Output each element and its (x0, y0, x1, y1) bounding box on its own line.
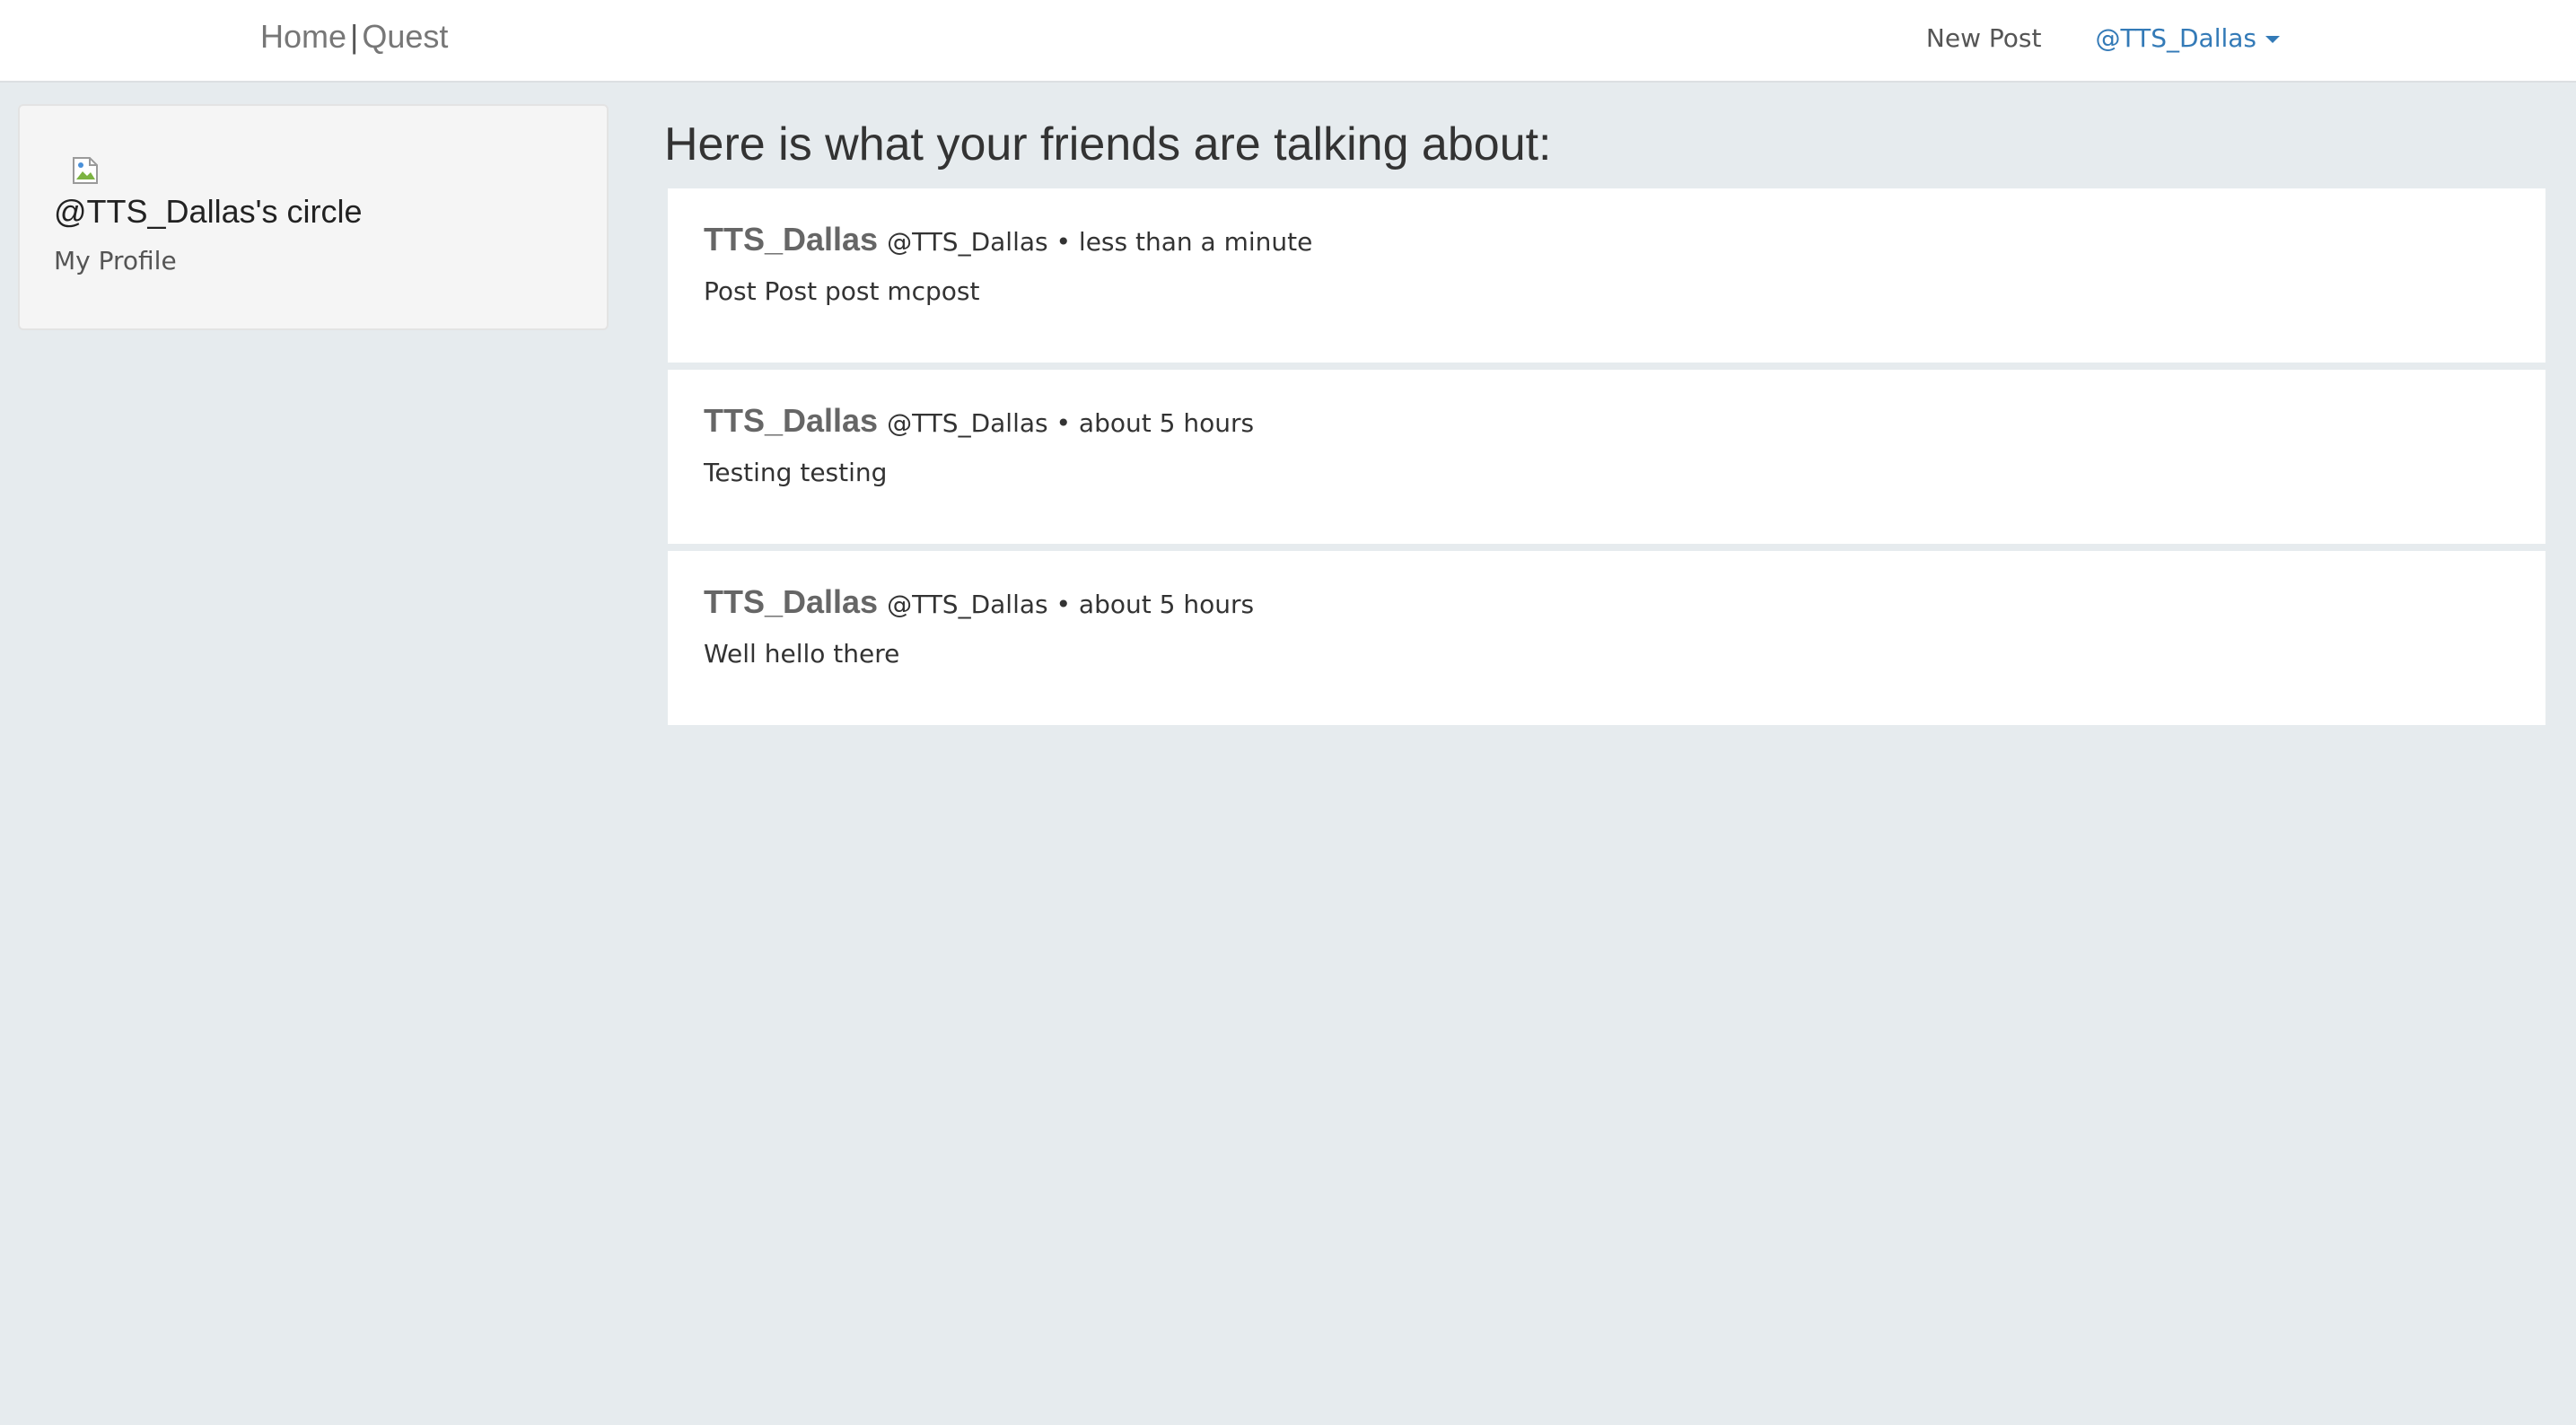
post-header: TTS_Dallas @TTS_Dallas • less than a min… (704, 221, 1312, 258)
brand-separator: | (350, 18, 359, 55)
new-post-link[interactable]: New Post (1926, 23, 2042, 53)
top-navbar: Home | Quest New Post @TTS_Dallas (0, 0, 2576, 83)
home-link[interactable]: Home (260, 18, 346, 55)
post-card: TTS_Dallas @TTS_Dallas • about 5 hours W… (668, 551, 2545, 725)
caret-down-icon (2265, 36, 2280, 43)
user-dropdown[interactable]: @TTS_Dallas (2095, 23, 2280, 53)
post-body: Post Post post mcpost (704, 276, 980, 306)
post-meta: @TTS_Dallas • less than a minute (887, 227, 1313, 257)
circle-card: @TTS_Dallas's circle My Profile (18, 104, 609, 330)
user-handle: @TTS_Dallas (2095, 22, 2256, 53)
post-card: TTS_Dallas @TTS_Dallas • about 5 hours T… (668, 370, 2545, 544)
post-header: TTS_Dallas @TTS_Dallas • about 5 hours (704, 402, 1254, 440)
brand: Home | Quest (260, 16, 448, 57)
post-meta: @TTS_Dallas • about 5 hours (887, 590, 1255, 619)
circle-title: @TTS_Dallas's circle (54, 193, 363, 230)
feed-heading: Here is what your friends are talking ab… (664, 118, 1552, 170)
post-body: Testing testing (704, 458, 888, 487)
nav-right: New Post @TTS_Dallas (1926, 20, 2280, 56)
post-meta: @TTS_Dallas • about 5 hours (887, 408, 1255, 438)
post-body: Well hello there (704, 639, 900, 669)
post-card: TTS_Dallas @TTS_Dallas • less than a min… (668, 188, 2545, 363)
quest-link[interactable]: Quest (362, 18, 448, 55)
my-profile-link[interactable]: My Profile (54, 246, 177, 275)
post-author-name[interactable]: TTS_Dallas (704, 221, 878, 258)
post-author-name[interactable]: TTS_Dallas (704, 583, 878, 621)
broken-image-icon (72, 156, 101, 185)
post-header: TTS_Dallas @TTS_Dallas • about 5 hours (704, 583, 1254, 621)
post-author-name[interactable]: TTS_Dallas (704, 402, 878, 440)
